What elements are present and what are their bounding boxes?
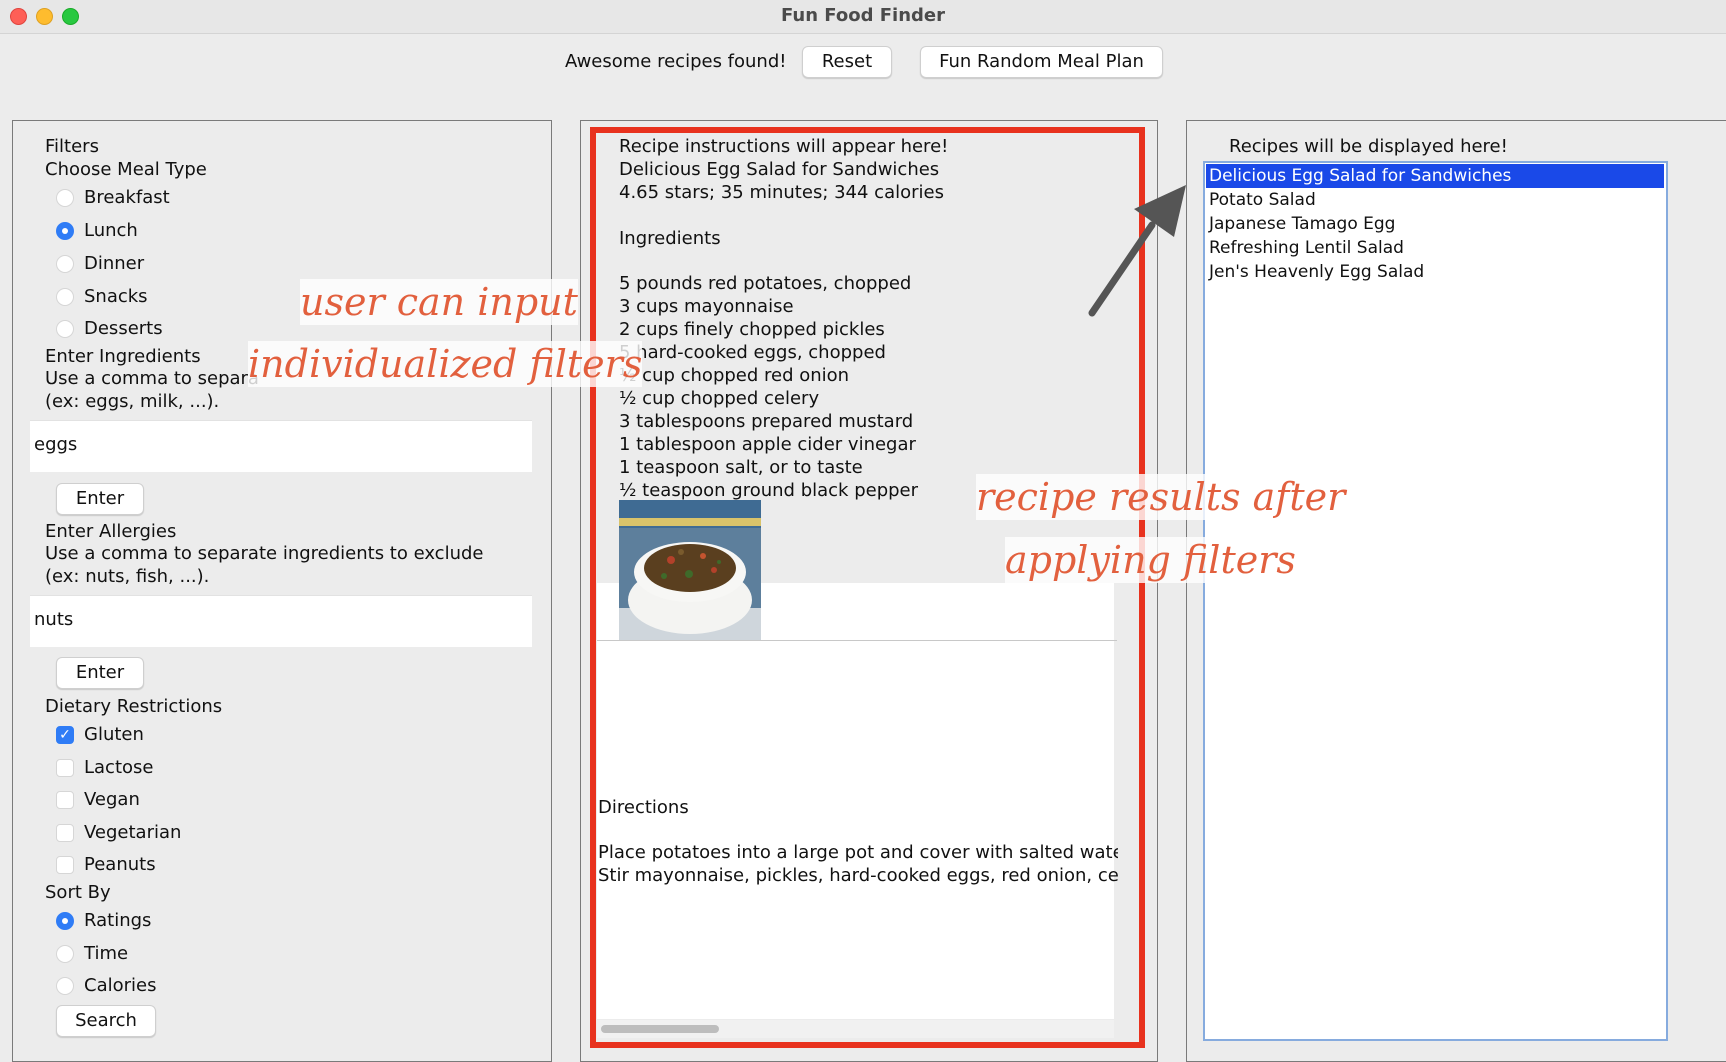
allergies-example: (ex: nuts, fish, ...). bbox=[45, 566, 210, 587]
random-meal-plan-button[interactable]: Fun Random Meal Plan bbox=[920, 46, 1163, 78]
highlight-box bbox=[590, 127, 1145, 1048]
meal-type-dinner-radio[interactable] bbox=[56, 255, 74, 273]
recipe-list-item[interactable]: Japanese Tamago Egg bbox=[1206, 212, 1664, 236]
dietary-vegetarian-checkbox[interactable] bbox=[56, 824, 74, 842]
window-title: Fun Food Finder bbox=[781, 5, 945, 26]
annotation-filters-line1: user can input bbox=[300, 279, 578, 325]
sort-time-radio[interactable] bbox=[56, 945, 74, 963]
annotation-results-line1: recipe results after bbox=[976, 474, 1346, 520]
meal-type-breakfast-label: Breakfast bbox=[84, 187, 170, 208]
sort-calories-radio[interactable] bbox=[56, 977, 74, 995]
title-bar: Fun Food Finder bbox=[0, 0, 1726, 34]
status-label: Awesome recipes found! bbox=[565, 51, 787, 72]
meal-type-dinner-label: Dinner bbox=[84, 253, 145, 274]
dietary-lactose-checkbox[interactable] bbox=[56, 759, 74, 777]
ingredients-hint: Use a comma to separa bbox=[45, 368, 259, 389]
search-button[interactable]: Search bbox=[56, 1005, 156, 1037]
sort-ratings-radio[interactable] bbox=[56, 912, 74, 930]
meal-type-lunch-label: Lunch bbox=[84, 220, 138, 241]
meal-type-snacks-label: Snacks bbox=[84, 286, 148, 307]
dietary-peanuts-checkbox[interactable] bbox=[56, 856, 74, 874]
allergies-enter-button[interactable]: Enter bbox=[56, 657, 144, 689]
ingredients-example: (ex: eggs, milk, ...). bbox=[45, 391, 220, 412]
allergies-hint: Use a comma to separate ingredients to e… bbox=[45, 543, 484, 564]
meal-type-label: Choose Meal Type bbox=[45, 159, 207, 180]
reset-button[interactable]: Reset bbox=[802, 46, 892, 78]
dietary-gluten-label: Gluten bbox=[84, 724, 144, 745]
sort-time-label: Time bbox=[84, 943, 129, 964]
meal-type-lunch-radio[interactable] bbox=[56, 222, 74, 240]
allergies-label: Enter Allergies bbox=[45, 521, 177, 542]
sort-ratings-label: Ratings bbox=[84, 910, 152, 931]
meal-type-snacks-radio[interactable] bbox=[56, 288, 74, 306]
ingredients-input[interactable]: eggs bbox=[30, 420, 532, 472]
meal-type-breakfast-radio[interactable] bbox=[56, 189, 74, 207]
dietary-vegan-label: Vegan bbox=[84, 789, 140, 810]
results-header: Recipes will be displayed here! bbox=[1229, 136, 1508, 157]
dietary-vegan-checkbox[interactable] bbox=[56, 791, 74, 809]
dietary-vegetarian-label: Vegetarian bbox=[84, 822, 182, 843]
meal-type-desserts-label: Desserts bbox=[84, 318, 163, 339]
filters-title: Filters bbox=[45, 136, 99, 157]
ingredients-enter-button[interactable]: Enter bbox=[56, 483, 144, 515]
ingredients-label: Enter Ingredients bbox=[45, 346, 201, 367]
arrow-icon bbox=[1088, 185, 1186, 317]
allergies-input[interactable]: nuts bbox=[30, 595, 532, 647]
dietary-gluten-checkbox[interactable]: ✓ bbox=[56, 726, 74, 744]
recipe-list-item[interactable]: Refreshing Lentil Salad bbox=[1206, 236, 1664, 260]
meal-type-desserts-radio[interactable] bbox=[56, 320, 74, 338]
annotation-filters-line2: individualized filters bbox=[248, 341, 643, 387]
recipe-list-item[interactable]: Delicious Egg Salad for Sandwiches bbox=[1206, 164, 1664, 188]
dietary-label: Dietary Restrictions bbox=[45, 696, 223, 717]
dietary-peanuts-label: Peanuts bbox=[84, 854, 156, 875]
annotation-results-line2: applying filters bbox=[1005, 537, 1296, 583]
sort-label: Sort By bbox=[45, 882, 111, 903]
dietary-lactose-label: Lactose bbox=[84, 757, 154, 778]
recipe-list-item[interactable]: Jen's Heavenly Egg Salad bbox=[1206, 260, 1664, 284]
recipe-list[interactable]: Delicious Egg Salad for Sandwiches Potat… bbox=[1203, 161, 1668, 1041]
sort-calories-label: Calories bbox=[84, 975, 157, 996]
recipe-list-item[interactable]: Potato Salad bbox=[1206, 188, 1664, 212]
